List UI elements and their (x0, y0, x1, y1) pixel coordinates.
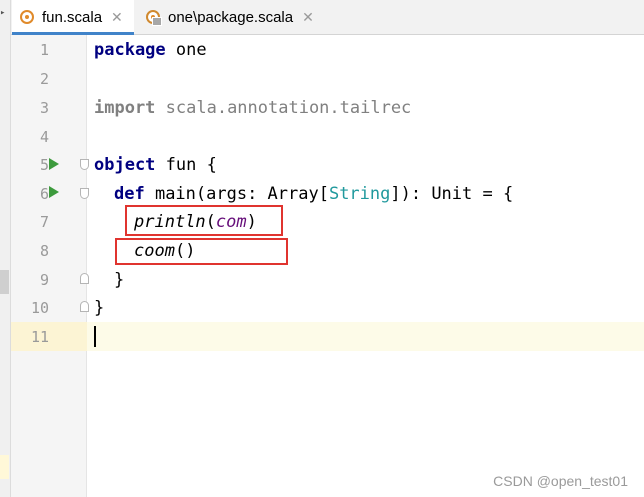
code-line-5[interactable]: object fun { (94, 151, 217, 180)
tool-window-marker[interactable] (0, 455, 9, 479)
line-number: 5 (39, 156, 49, 174)
line-number: 10 (30, 299, 49, 317)
code-line-9[interactable]: } (114, 266, 124, 295)
code-line-1[interactable]: package one (94, 36, 207, 65)
tab-label: one\package.scala (168, 8, 294, 26)
highlight-box-println (125, 205, 283, 236)
run-gutter-icon[interactable] (49, 158, 59, 170)
code-line-3[interactable]: import scala.annotation.tailrec (94, 94, 411, 123)
line-number: 3 (39, 99, 49, 117)
scala-file-icon (20, 10, 34, 24)
text-caret (94, 326, 96, 347)
tool-window-marker[interactable] (0, 270, 9, 294)
current-line-highlight (11, 322, 644, 351)
line-number: 9 (39, 271, 49, 289)
editor-tab-bar: fun.scala ✕ one\package.scala ✕ (0, 0, 644, 35)
tab-fun-scala[interactable]: fun.scala ✕ (12, 0, 134, 35)
close-icon[interactable]: ✕ (111, 9, 123, 26)
code-line-10[interactable]: } (94, 294, 104, 323)
line-number: 6 (39, 185, 49, 203)
run-gutter-icon[interactable] (49, 186, 59, 198)
tool-window-strip: ▸ (0, 0, 11, 497)
line-number: 2 (39, 70, 49, 88)
line-number: 11 (30, 328, 49, 346)
line-number: 4 (39, 128, 49, 146)
highlight-box-coom (115, 238, 288, 265)
fold-icon[interactable] (80, 188, 89, 199)
fold-icon[interactable] (80, 301, 89, 312)
close-icon[interactable]: ✕ (302, 9, 314, 26)
fold-icon[interactable] (80, 159, 89, 170)
tab-package-scala[interactable]: one\package.scala ✕ (138, 0, 334, 34)
collapse-arrow-icon[interactable]: ▸ (0, 8, 5, 18)
line-number: 7 (39, 213, 49, 231)
scala-package-file-icon (146, 10, 162, 26)
line-number: 1 (39, 41, 49, 59)
line-number: 8 (39, 242, 49, 260)
fold-icon[interactable] (80, 273, 89, 284)
watermark: CSDN @open_test01 (493, 473, 628, 489)
tab-label: fun.scala (42, 8, 103, 26)
